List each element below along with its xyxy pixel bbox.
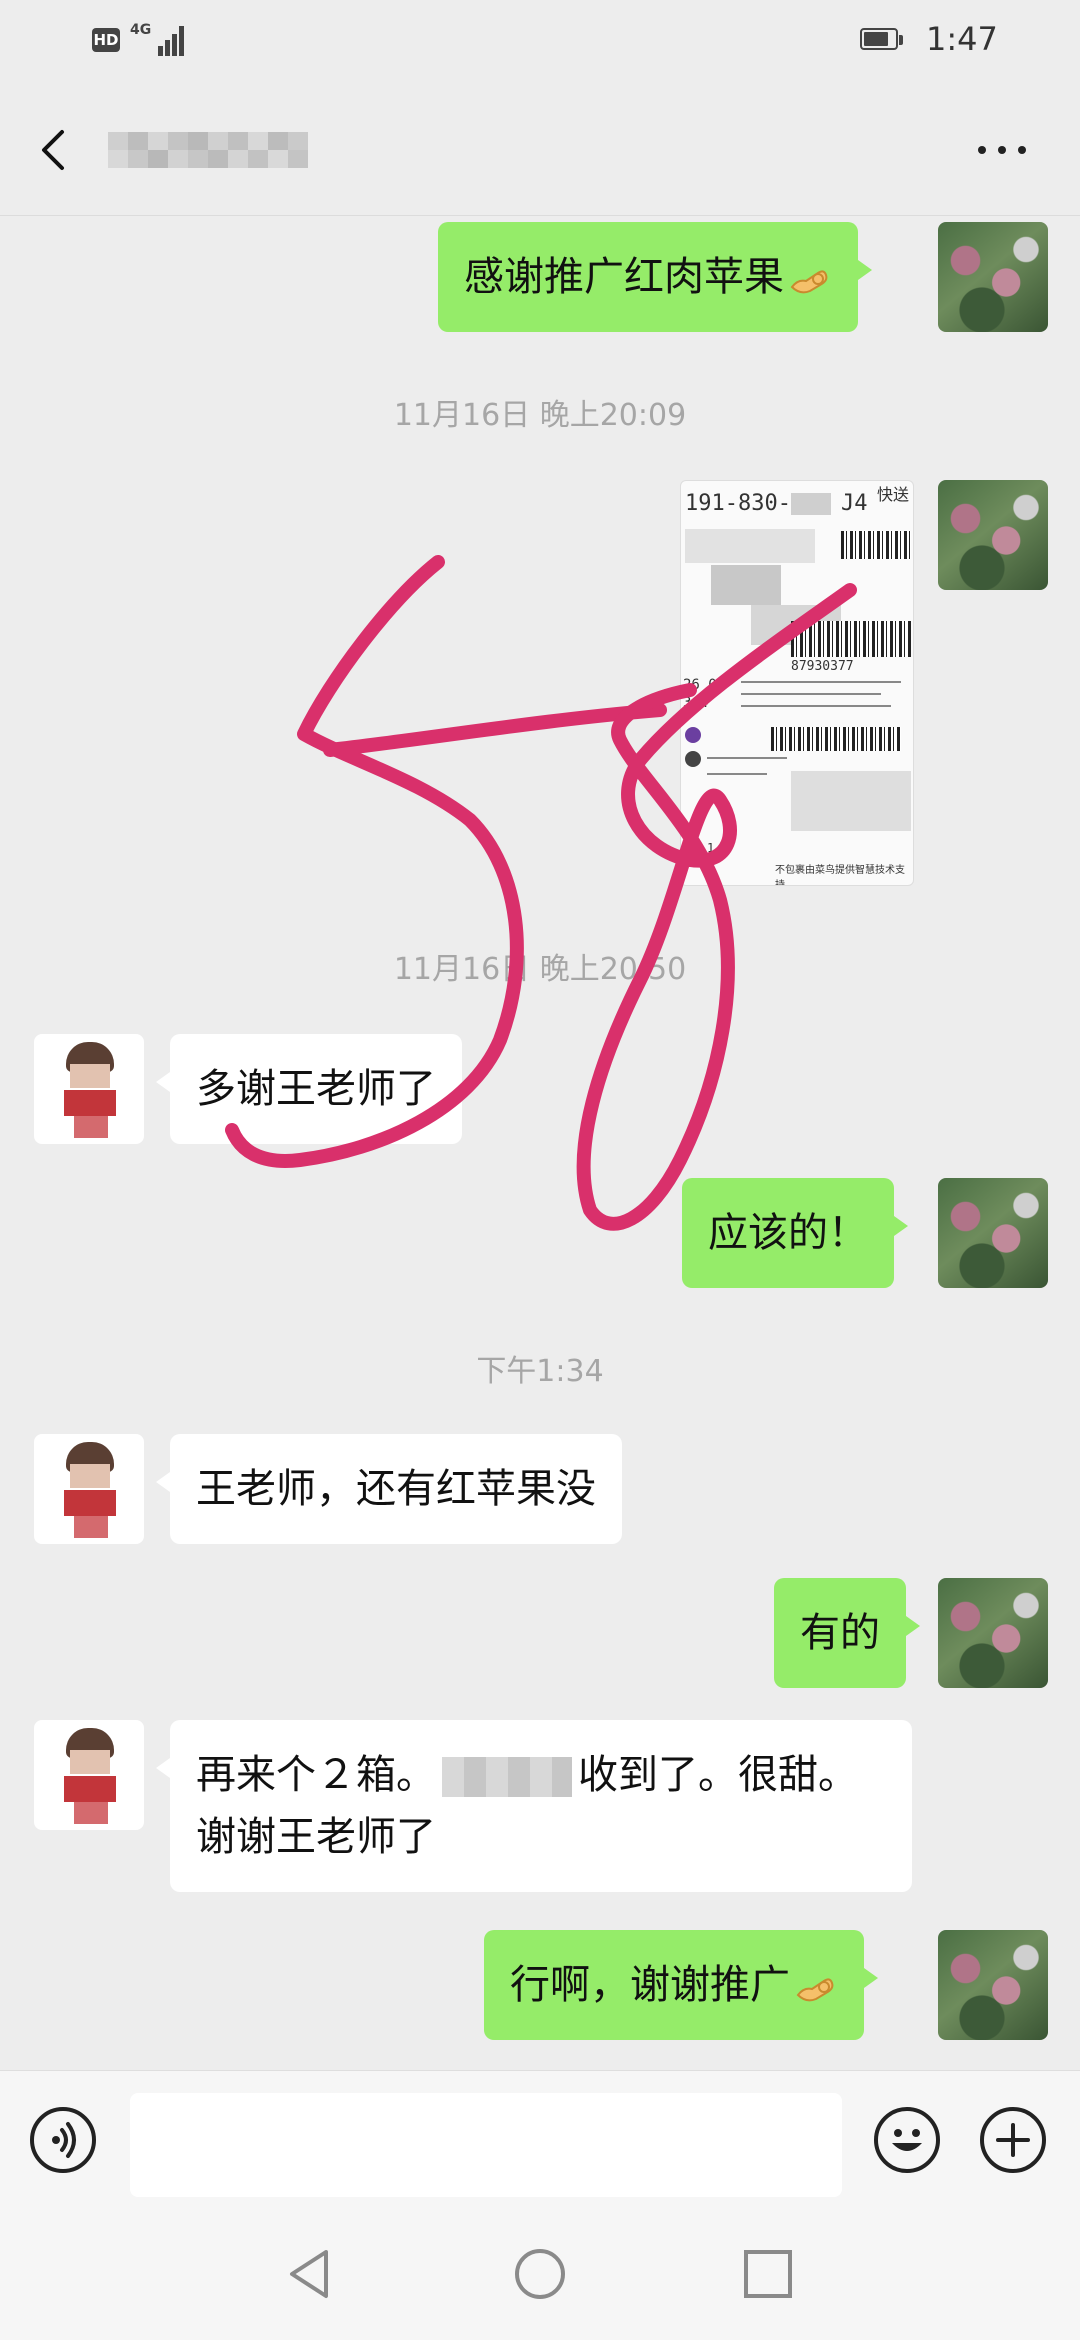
message-text: 感谢推广红肉苹果: [464, 254, 784, 300]
message-text: 行啊，谢谢推广: [510, 1962, 790, 2008]
label-line: [741, 693, 881, 695]
sender-avatar[interactable]: [938, 222, 1048, 332]
label-qty: 计：1: [683, 841, 715, 855]
message-text: 再来个２箱。: [196, 1752, 436, 1798]
chat-header: [0, 80, 1080, 216]
label-line: [707, 773, 767, 775]
label-line: [741, 681, 901, 683]
redacted-block: [711, 565, 781, 605]
message-bubble-sent[interactable]: 应该的！: [682, 1178, 908, 1288]
more-dots-icon[interactable]: [976, 142, 1030, 158]
ok-hand-emoji-icon: [790, 270, 828, 294]
barcode-main: [791, 621, 911, 657]
sender-avatar[interactable]: [938, 480, 1048, 590]
chevron-left-icon[interactable]: [34, 120, 74, 180]
redacted-block: [685, 529, 815, 563]
circle-home-icon[interactable]: [510, 2244, 570, 2304]
battery-icon: [860, 28, 904, 52]
smiley-icon[interactable]: [874, 2107, 940, 2173]
message-bubble-sent[interactable]: 行啊，谢谢推广: [484, 1930, 878, 2040]
label-footer: 不包裹由菜鸟提供智慧技术支持: [775, 865, 905, 886]
message-text: 应该的！: [708, 1210, 868, 1256]
message-bubble-received[interactable]: 多谢王老师了: [156, 1034, 462, 1144]
chat-area[interactable]: 感谢推广红肉苹果 11月16日 晚上20:09 191-830- J4 快送 8…: [0, 216, 1080, 2070]
sender-avatar[interactable]: [938, 1578, 1048, 1688]
tracking-number-prefix: 191-830-: [685, 491, 791, 516]
message-text: 收到了。很甜。: [578, 1752, 858, 1798]
label-corner-text: 快送: [877, 485, 910, 504]
contact-name-redacted: [108, 132, 308, 168]
courier-logo: [685, 727, 701, 743]
label-fraction: 3/4: [683, 695, 709, 711]
status-bar: HD 4G 1:47: [0, 0, 1080, 80]
redacted-block: [791, 493, 831, 515]
message-text: 有的: [800, 1610, 880, 1656]
contact-avatar[interactable]: [34, 1720, 144, 1830]
sender-avatar[interactable]: [938, 1930, 1048, 2040]
label-line: [707, 757, 787, 759]
message-text: 王老师，还有红苹果没: [196, 1466, 596, 1512]
tracking-number-suffix: J4: [841, 491, 868, 516]
message-input-bar: [0, 2070, 1080, 2201]
voice-icon[interactable]: [30, 2107, 96, 2173]
contact-avatar[interactable]: [34, 1034, 144, 1144]
message-bubble-received[interactable]: 再来个２箱。 收到了。很甜。 谢谢王老师了: [156, 1720, 912, 1892]
contact-avatar[interactable]: [34, 1434, 144, 1544]
signal-icon: [150, 22, 186, 56]
message-bubble-sent[interactable]: 有的: [774, 1578, 920, 1688]
triangle-back-icon[interactable]: [280, 2244, 340, 2304]
timestamp: 11月16日 晚上20:09: [393, 398, 687, 433]
redacted-text: [442, 1757, 572, 1797]
courier-logo: [685, 751, 701, 767]
sender-avatar[interactable]: [938, 1178, 1048, 1288]
label-line: [741, 705, 891, 707]
message-input[interactable]: [130, 2093, 842, 2197]
network-type: 4G: [130, 22, 152, 38]
shipping-label-image[interactable]: 191-830- J4 快送 87930377 26 02 3/4 计：1 不包…: [680, 480, 914, 886]
redacted-block: [791, 771, 911, 831]
message-text: 多谢王老师了: [196, 1066, 436, 1112]
hd-badge: HD: [92, 28, 120, 52]
status-time: 1:47: [926, 20, 998, 58]
timestamp: 下午1:34: [476, 1354, 604, 1389]
barcode-lower: [771, 727, 901, 751]
label-date: 26 02: [683, 677, 726, 693]
barcode-top: [841, 531, 911, 559]
message-bubble-received[interactable]: 王老师，还有红苹果没: [156, 1434, 622, 1544]
message-text: 谢谢王老师了: [196, 1814, 436, 1860]
timestamp: 11月16日 晚上20:50: [393, 952, 687, 987]
system-navigation-bar: [0, 2200, 1080, 2340]
message-bubble-sent[interactable]: 感谢推广红肉苹果: [438, 222, 872, 332]
ok-hand-emoji-icon: [796, 1978, 834, 2002]
plus-circle-icon[interactable]: [980, 2107, 1046, 2173]
square-recent-icon[interactable]: [738, 2244, 798, 2304]
barcode-number: 87930377: [791, 659, 854, 674]
